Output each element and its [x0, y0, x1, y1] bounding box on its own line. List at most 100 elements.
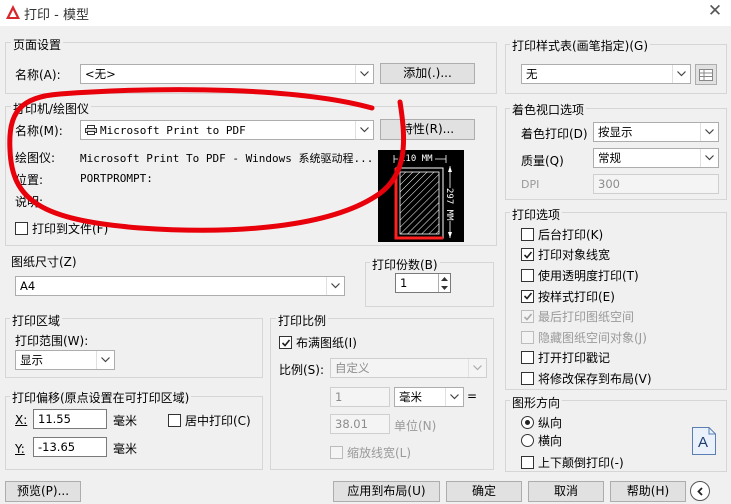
checkbox-box [521, 248, 534, 262]
offset-x-input[interactable]: 11.55 [33, 409, 107, 429]
plot-range-value: 显示 [20, 353, 43, 367]
checkbox-box [521, 330, 534, 344]
copies-input[interactable]: 1 [395, 273, 451, 293]
paper-size-dropdown[interactable]: A4 [15, 276, 345, 296]
plot-option-checkbox[interactable]: 使用透明度打印(T) [521, 265, 721, 286]
scale-lineweights-checkbox[interactable]: 缩放线宽(L) [330, 444, 411, 461]
title-bar: 打印 - 模型 ✕ [0, 0, 731, 26]
chevron-down-icon [700, 149, 718, 167]
plot-option-label: 打印对象线宽 [538, 248, 611, 263]
landscape-label: 横向 [538, 434, 563, 448]
plot-range-dropdown[interactable]: 显示 [15, 350, 115, 370]
plot-options-title: 打印选项 [510, 206, 563, 223]
offset-y-input[interactable]: -13.65 [33, 437, 107, 457]
scale-lineweights-label: 缩放线宽(L) [347, 446, 412, 460]
preview-button[interactable]: 预览(P)... [5, 481, 81, 502]
landscape-radio[interactable]: 横向 [521, 432, 562, 449]
plot-option-label: 将修改保存到布局(V) [538, 371, 652, 386]
plot-style-value: 无 [526, 67, 538, 81]
plot-offset-group [5, 396, 263, 470]
plot-option-checkbox[interactable]: 按样式打印(E) [521, 286, 721, 307]
upside-down-label: 上下颠倒打印(-) [538, 456, 624, 470]
dpi-input[interactable]: 300 [593, 174, 719, 194]
checkbox-box [279, 336, 292, 349]
apply-to-layout-button[interactable]: 应用到布局(U) [333, 481, 440, 502]
ok-button[interactable]: 确定 [446, 481, 522, 502]
fit-to-paper-label: 布满图纸(I) [296, 336, 357, 350]
checkbox-box [521, 268, 534, 282]
window-title: 打印 - 模型 [24, 8, 89, 23]
copies-value: 1 [400, 276, 408, 290]
paper-size-title: 图纸尺寸(Z) [11, 255, 77, 269]
portrait-radio[interactable]: 纵向 [521, 414, 562, 431]
cancel-button[interactable]: 取消 [528, 481, 604, 502]
check-icon [523, 251, 532, 259]
scale-value2: 38.01 [335, 417, 368, 431]
chevron-down-icon [326, 277, 344, 295]
chevron-down-icon [672, 65, 690, 83]
plot-option-checkbox[interactable]: 隐藏图纸空间对象(J) [521, 327, 721, 348]
plot-option-checkbox[interactable]: 将修改保存到布局(V) [521, 368, 721, 389]
center-plot-checkbox[interactable]: 居中打印(C) [168, 412, 251, 429]
scale-value1: 1 [335, 390, 343, 404]
check-icon [523, 292, 532, 300]
upside-down-checkbox[interactable]: 上下颠倒打印(-) [521, 454, 624, 471]
help-button[interactable]: 帮助(H) [610, 481, 686, 502]
orientation-icon-letter: A [698, 434, 709, 451]
collapse-options-button[interactable] [690, 481, 710, 501]
offset-x-unit: 毫米 [113, 414, 138, 428]
plot-range-label: 打印范围(W): [15, 334, 89, 348]
shade-plot-dropdown[interactable]: 按显示 [593, 122, 719, 142]
checkbox-box [168, 414, 181, 427]
plot-offset-title: 打印偏移(原点设置在可打印区域) [10, 389, 192, 406]
scale-value2-input[interactable]: 38.01 [330, 414, 390, 434]
spin-down-icon[interactable] [439, 283, 450, 292]
chevron-down-icon [96, 351, 114, 369]
plot-option-checkbox[interactable]: 打印对象线宽 [521, 245, 721, 266]
center-plot-label: 居中打印(C) [185, 414, 251, 428]
scale-unit-value: 毫米 [399, 390, 422, 404]
fit-to-paper-checkbox[interactable]: 布满图纸(I) [279, 334, 357, 351]
red-annotation-scribble [7, 87, 407, 233]
quality-label: 质量(Q) [521, 154, 564, 168]
copies-title: 打印份数(B) [370, 256, 440, 273]
checkbox-box [330, 446, 343, 459]
checkbox-box [521, 351, 534, 365]
copies-spinner[interactable] [438, 274, 450, 292]
plot-style-title: 打印样式表(画笔指定)(G) [510, 37, 651, 54]
plot-style-dropdown[interactable]: 无 [521, 64, 691, 84]
scale-label: 比例(S): [279, 363, 325, 377]
plot-option-label: 使用透明度打印(T) [538, 268, 639, 283]
plot-option-checkbox[interactable]: 打开打印戳记 [521, 348, 721, 369]
radio-selected [521, 416, 534, 429]
radio-unselected [521, 434, 534, 447]
orientation-title: 图形方向 [510, 394, 563, 411]
checkbox-box [521, 456, 534, 469]
quality-dropdown[interactable]: 常规 [593, 148, 719, 168]
plot-option-label: 后台打印(K) [538, 227, 604, 242]
plot-option-checkbox[interactable]: 最后打印图纸空间 [521, 306, 721, 327]
plot-option-checkbox[interactable]: 后台打印(K) [521, 224, 721, 245]
page-orientation-icon: A [692, 427, 716, 455]
scale-unit-dropdown[interactable]: 毫米 [394, 387, 464, 407]
plot-option-label: 隐藏图纸空间对象(J) [538, 330, 647, 345]
offset-x-value: 11.55 [38, 412, 71, 426]
chevron-down-icon [468, 359, 486, 377]
chevron-down-icon [445, 388, 463, 406]
plot-options-list: 后台打印(K) 打印对象线宽使用透明度打印(T) 按样式打印(E) 最后打印图纸空间隐… [521, 224, 721, 389]
page-setup-name-value: <无> [85, 67, 116, 81]
close-icon[interactable]: ✕ [705, 1, 725, 21]
shade-plot-value: 按显示 [598, 125, 633, 139]
spin-up-icon[interactable] [439, 274, 450, 283]
table-edit-icon [699, 68, 713, 81]
edit-plot-style-button[interactable] [695, 64, 717, 85]
scale-value1-input[interactable]: 1 [330, 387, 390, 407]
checkbox-box [521, 227, 534, 241]
scale-dropdown[interactable]: 自定义 [330, 358, 487, 378]
plot-scale-title: 打印比例 [276, 312, 329, 329]
dpi-value: 300 [598, 177, 620, 191]
plot-option-label: 最后打印图纸空间 [538, 310, 635, 325]
portrait-label: 纵向 [538, 416, 563, 430]
shade-plot-label: 着色打印(D) [521, 127, 588, 141]
scale-equals: = [467, 389, 478, 403]
